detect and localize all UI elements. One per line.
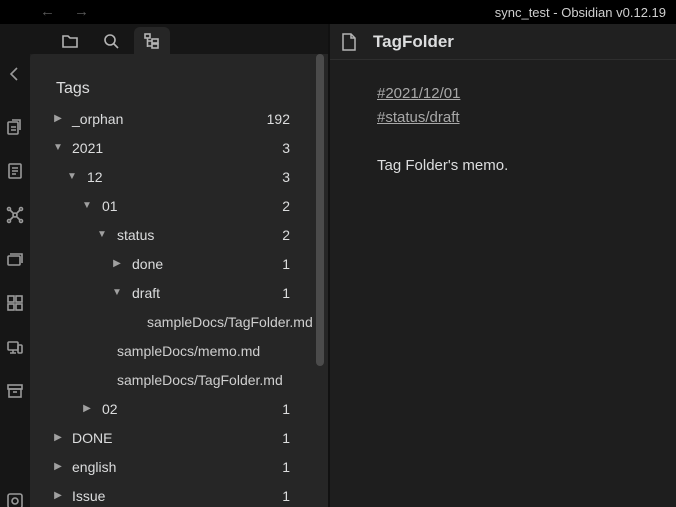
tag-count: 3 [282, 140, 290, 156]
plugins-icon[interactable] [5, 293, 25, 313]
tag-label: 2021 [72, 140, 104, 156]
editor-content[interactable]: #2021/12/01 #status/draft Tag Folder's m… [377, 82, 508, 178]
tag-row-status[interactable]: ▼ status 2 [30, 220, 328, 249]
graph-view-icon[interactable] [5, 205, 25, 225]
tag-count: 1 [282, 430, 290, 446]
search-icon[interactable] [93, 27, 129, 54]
file-icon [340, 32, 358, 52]
editor-pane: TagFolder #2021/12/01 #status/draft Tag … [330, 24, 676, 507]
tag-row-DONE[interactable]: ▶ DONE 1 [30, 423, 328, 452]
tag-row-english[interactable]: ▶ english 1 [30, 452, 328, 481]
back-arrow-icon[interactable]: ← [40, 3, 55, 20]
collapse-arrow-icon[interactable]: ▼ [66, 171, 78, 182]
tag-count: 3 [282, 169, 290, 185]
tag-row-Issue[interactable]: ▶ Issue 1 [30, 481, 328, 507]
collapse-arrow-icon[interactable]: ▼ [111, 287, 123, 298]
tag-count: 2 [282, 198, 290, 214]
collapse-arrow-icon[interactable]: ▼ [52, 142, 64, 153]
tag-label: DONE [72, 430, 113, 446]
tag-row-orphan[interactable]: ▶ _orphan 192 [30, 104, 328, 133]
tag-row-done[interactable]: ▶ done 1 [30, 249, 328, 278]
left-sidebar: Tags ▶ _orphan 192 ▼ 2021 3 ▼ 12 3 ▼ 01 … [30, 24, 328, 507]
expand-arrow-icon[interactable]: ▶ [111, 258, 123, 269]
tag-folder-icon[interactable] [134, 27, 170, 54]
tag-count: 1 [282, 401, 290, 417]
tag-row-12[interactable]: ▼ 12 3 [30, 162, 328, 191]
window-title: sync_test - Obsidian v0.12.19 [494, 5, 666, 20]
tag-link[interactable]: #status/draft [377, 106, 508, 130]
collapse-arrow-icon[interactable]: ▼ [81, 200, 93, 211]
expand-arrow-icon[interactable]: ▶ [81, 403, 93, 414]
vault-icon[interactable] [5, 491, 25, 507]
file-row[interactable]: sampleDocs/TagFolder.md [30, 307, 328, 336]
tag-label: Issue [72, 488, 106, 504]
tag-label: status [117, 227, 155, 243]
expand-arrow-icon[interactable]: ▶ [52, 432, 64, 443]
expand-arrow-icon[interactable]: ▶ [52, 113, 64, 124]
tag-label: _orphan [72, 111, 124, 127]
file-row[interactable]: sampleDocs/memo.md [30, 336, 328, 365]
file-explorer-icon[interactable] [52, 27, 88, 54]
expand-arrow-icon[interactable]: ▶ [52, 490, 64, 501]
file-link[interactable]: sampleDocs/memo.md [117, 343, 260, 359]
archive-icon[interactable] [5, 381, 25, 401]
open-quick-switcher-icon[interactable] [5, 117, 25, 137]
tag-count: 1 [282, 285, 290, 301]
tag-count: 1 [282, 488, 290, 504]
slides-icon[interactable] [5, 249, 25, 269]
expand-arrow-icon[interactable]: ▶ [52, 461, 64, 472]
tag-label: done [132, 256, 164, 272]
tag-label: 01 [102, 198, 118, 214]
forward-arrow-icon[interactable]: → [74, 3, 89, 20]
publish-icon[interactable] [5, 337, 25, 357]
tag-label: 02 [102, 401, 118, 417]
tag-label: english [72, 459, 117, 475]
file-link[interactable]: sampleDocs/TagFolder.md [147, 314, 313, 330]
tag-count: 2 [282, 227, 290, 243]
tag-row-02[interactable]: ▶ 02 1 [30, 394, 328, 423]
left-ribbon [0, 24, 30, 507]
document-title[interactable]: TagFolder [373, 32, 454, 52]
file-link[interactable]: sampleDocs/TagFolder.md [117, 372, 283, 388]
tag-row-draft[interactable]: ▼ draft 1 [30, 278, 328, 307]
tag-label: draft [132, 285, 161, 301]
tag-count: 192 [266, 111, 290, 127]
tags-heading: Tags [56, 80, 90, 97]
sidebar-tab-header [30, 24, 328, 54]
tag-count: 1 [282, 459, 290, 475]
tag-row-01[interactable]: ▼ 01 2 [30, 191, 328, 220]
editor-header: TagFolder [330, 24, 676, 60]
daily-note-icon[interactable] [5, 161, 25, 181]
memo-paragraph: Tag Folder's memo. [377, 157, 509, 174]
collapse-arrow-icon[interactable]: ▼ [96, 229, 108, 240]
tag-label: 12 [87, 169, 103, 185]
tag-count: 1 [282, 256, 290, 272]
tag-link[interactable]: #2021/12/01 [377, 82, 508, 106]
title-bar: ← → sync_test - Obsidian v0.12.19 [0, 0, 676, 24]
collapse-sidebar-icon[interactable] [5, 64, 25, 84]
file-row[interactable]: sampleDocs/TagFolder.md [30, 365, 328, 394]
tag-row-2021[interactable]: ▼ 2021 3 [30, 133, 328, 162]
